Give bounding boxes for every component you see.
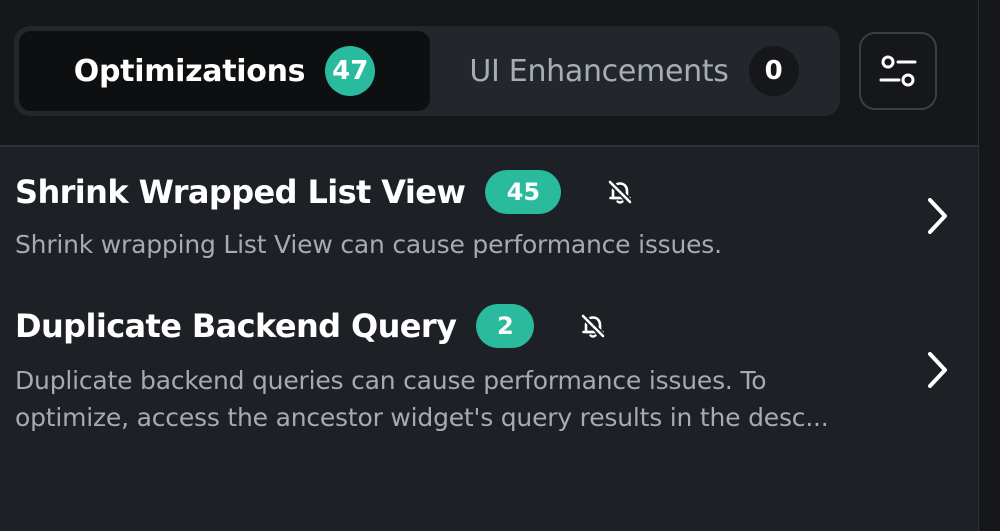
tab-optimizations[interactable]: Optimizations 47 bbox=[19, 31, 430, 111]
item-title: Shrink Wrapped List View bbox=[15, 173, 466, 211]
bell-off-icon[interactable] bbox=[603, 175, 637, 209]
filter-settings-button[interactable] bbox=[859, 32, 937, 110]
item-title: Duplicate Backend Query bbox=[15, 307, 457, 345]
tab-ui-enhancements[interactable]: UI Enhancements 0 bbox=[434, 31, 834, 111]
bell-off-icon[interactable] bbox=[576, 309, 610, 343]
tab-optimizations-count: 47 bbox=[325, 46, 376, 96]
sliders-icon bbox=[879, 55, 917, 87]
tab-ui-enhancements-count: 0 bbox=[748, 46, 799, 96]
item-description-line: Shrink wrapping List View can cause perf… bbox=[15, 230, 722, 259]
item-count-badge: 2 bbox=[476, 304, 535, 348]
chevron-right-icon[interactable] bbox=[918, 346, 954, 394]
optimization-panel: Optimizations 47 UI Enhancements 0 Shrin… bbox=[0, 0, 978, 531]
list-item[interactable]: Shrink Wrapped List View 45 Shrink wrapp… bbox=[0, 148, 978, 278]
item-count-badge: 45 bbox=[485, 170, 562, 214]
chevron-right-icon[interactable] bbox=[918, 192, 954, 240]
list-item[interactable]: Duplicate Backend Query 2 Duplicate back… bbox=[0, 282, 978, 452]
tab-ui-enhancements-label: UI Enhancements bbox=[469, 53, 729, 89]
tab-bar: Optimizations 47 UI Enhancements 0 bbox=[14, 26, 840, 116]
item-description-line: optimize, access the ancestor widget's q… bbox=[15, 403, 829, 432]
tab-optimizations-label: Optimizations bbox=[73, 53, 306, 89]
panel-header: Optimizations 47 UI Enhancements 0 bbox=[0, 0, 978, 147]
scrollbar-track[interactable] bbox=[978, 0, 1000, 531]
item-description-line: Duplicate backend queries can cause perf… bbox=[15, 366, 767, 395]
